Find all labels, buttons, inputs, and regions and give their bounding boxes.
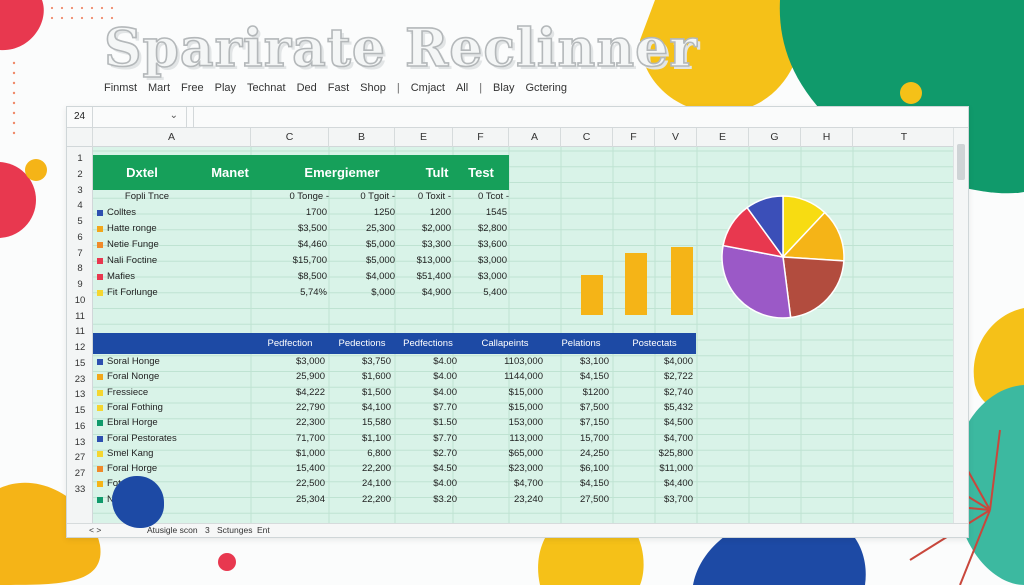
- sheet-tab[interactable]: Ent: [257, 525, 270, 535]
- column-header[interactable]: V: [655, 128, 697, 147]
- sheet-nav-arrows[interactable]: < >: [89, 525, 101, 535]
- formula-input[interactable]: [193, 107, 968, 127]
- menu-separator: |: [396, 82, 400, 94]
- row-header-column: 1 2 3 4 5 6 7 8 9 10 11 11 12 15 23 13 15 16 13 27 27 33: [67, 147, 93, 525]
- row-header[interactable]: 15: [67, 358, 93, 369]
- row-header[interactable]: 27: [67, 452, 93, 463]
- menu-item[interactable]: Fast: [328, 82, 349, 94]
- row-header[interactable]: 33: [67, 484, 93, 495]
- menu-item[interactable]: Finmst: [104, 82, 137, 94]
- row-header[interactable]: 7: [67, 248, 93, 259]
- cell-reference-box[interactable]: 24: [67, 107, 93, 127]
- row-header[interactable]: 10: [67, 295, 93, 306]
- row-header[interactable]: 15: [67, 405, 93, 416]
- column-header-row: A C B E F A C F V E G H T: [67, 128, 968, 147]
- bar-3: [671, 247, 693, 315]
- row-header[interactable]: 11: [67, 311, 93, 322]
- column-header[interactable]: A: [93, 128, 251, 147]
- row-header[interactable]: 6: [67, 232, 93, 243]
- row-header[interactable]: 27: [67, 468, 93, 479]
- sheet-number: 3: [205, 525, 210, 535]
- menu-item[interactable]: Gctering: [525, 82, 567, 94]
- column-header[interactable]: C: [251, 128, 329, 147]
- row-header[interactable]: 2: [67, 169, 93, 180]
- menu-item[interactable]: All: [456, 82, 468, 94]
- column-header[interactable]: E: [697, 128, 749, 147]
- sheet-grid[interactable]: Dxtel Manet Emergiemer Tult Test Fopli T…: [93, 147, 955, 525]
- vertical-scrollbar[interactable]: [953, 128, 968, 525]
- spreadsheet-window: 24 ⌄ A C B E F A C F V E G H T 123456789…: [66, 106, 969, 538]
- menu-separator: |: [479, 82, 483, 94]
- bar-1: [581, 275, 603, 315]
- menu-bar: Finmst Mart Free Play Technat Ded Fast S…: [104, 82, 567, 94]
- blue-blob-overlay: [112, 476, 164, 528]
- menu-item[interactable]: Shop: [360, 82, 386, 94]
- formula-bar: 24 ⌄: [67, 107, 968, 128]
- row-header[interactable]: 16: [67, 421, 93, 432]
- menu-item[interactable]: Ded: [297, 82, 317, 94]
- column-header[interactable]: B: [329, 128, 395, 147]
- column-header[interactable]: A: [509, 128, 561, 147]
- column-header[interactable]: E: [395, 128, 453, 147]
- column-header[interactable]: F: [453, 128, 509, 147]
- pie-slice-2: [782, 256, 845, 319]
- page-title: Sparirate Reclinner: [103, 17, 698, 80]
- menu-item[interactable]: Play: [215, 82, 236, 94]
- yellow-dot-left: [25, 159, 47, 181]
- column-header[interactable]: G: [749, 128, 801, 147]
- red-blob-top-left: [0, 0, 44, 51]
- row-header[interactable]: 13: [67, 389, 93, 400]
- embedded-charts: [581, 195, 845, 319]
- row-header[interactable]: 8: [67, 263, 93, 274]
- sheet-tab-bar: < > Atusigle scon 3 Sctunges Ent: [67, 523, 968, 537]
- row-header[interactable]: 9: [67, 279, 93, 290]
- menu-item[interactable]: Mart: [148, 82, 170, 94]
- column-header[interactable]: H: [801, 128, 853, 147]
- bar-2: [625, 253, 647, 315]
- menu-item[interactable]: Free: [181, 82, 204, 94]
- yellow-dot-right: [900, 82, 922, 104]
- row-header[interactable]: 1: [67, 153, 93, 164]
- column-header[interactable]: C: [561, 128, 613, 147]
- row-header[interactable]: 13: [67, 437, 93, 448]
- menu-item[interactable]: Blay: [493, 82, 514, 94]
- menu-item[interactable]: Cmjact: [411, 82, 445, 94]
- scrollbar-thumb[interactable]: [957, 144, 965, 180]
- sheet-tab[interactable]: Atusigle scon: [147, 525, 198, 535]
- chevron-down-icon[interactable]: ⌄: [170, 110, 178, 121]
- name-dropdown[interactable]: ⌄: [93, 107, 187, 127]
- row-header[interactable]: 4: [67, 200, 93, 211]
- column-header[interactable]: T: [853, 128, 955, 147]
- row-header[interactable]: 5: [67, 216, 93, 227]
- row-header[interactable]: 3: [67, 185, 93, 196]
- row-header[interactable]: 12: [67, 342, 93, 353]
- sheet-tab[interactable]: Sctunges: [217, 525, 252, 535]
- row-header[interactable]: 23: [67, 374, 93, 385]
- row-header[interactable]: 11: [67, 326, 93, 337]
- select-all-corner[interactable]: [67, 128, 93, 147]
- column-header[interactable]: F: [613, 128, 655, 147]
- menu-item[interactable]: Technat: [247, 82, 286, 94]
- red-dot-bottom: [218, 553, 236, 571]
